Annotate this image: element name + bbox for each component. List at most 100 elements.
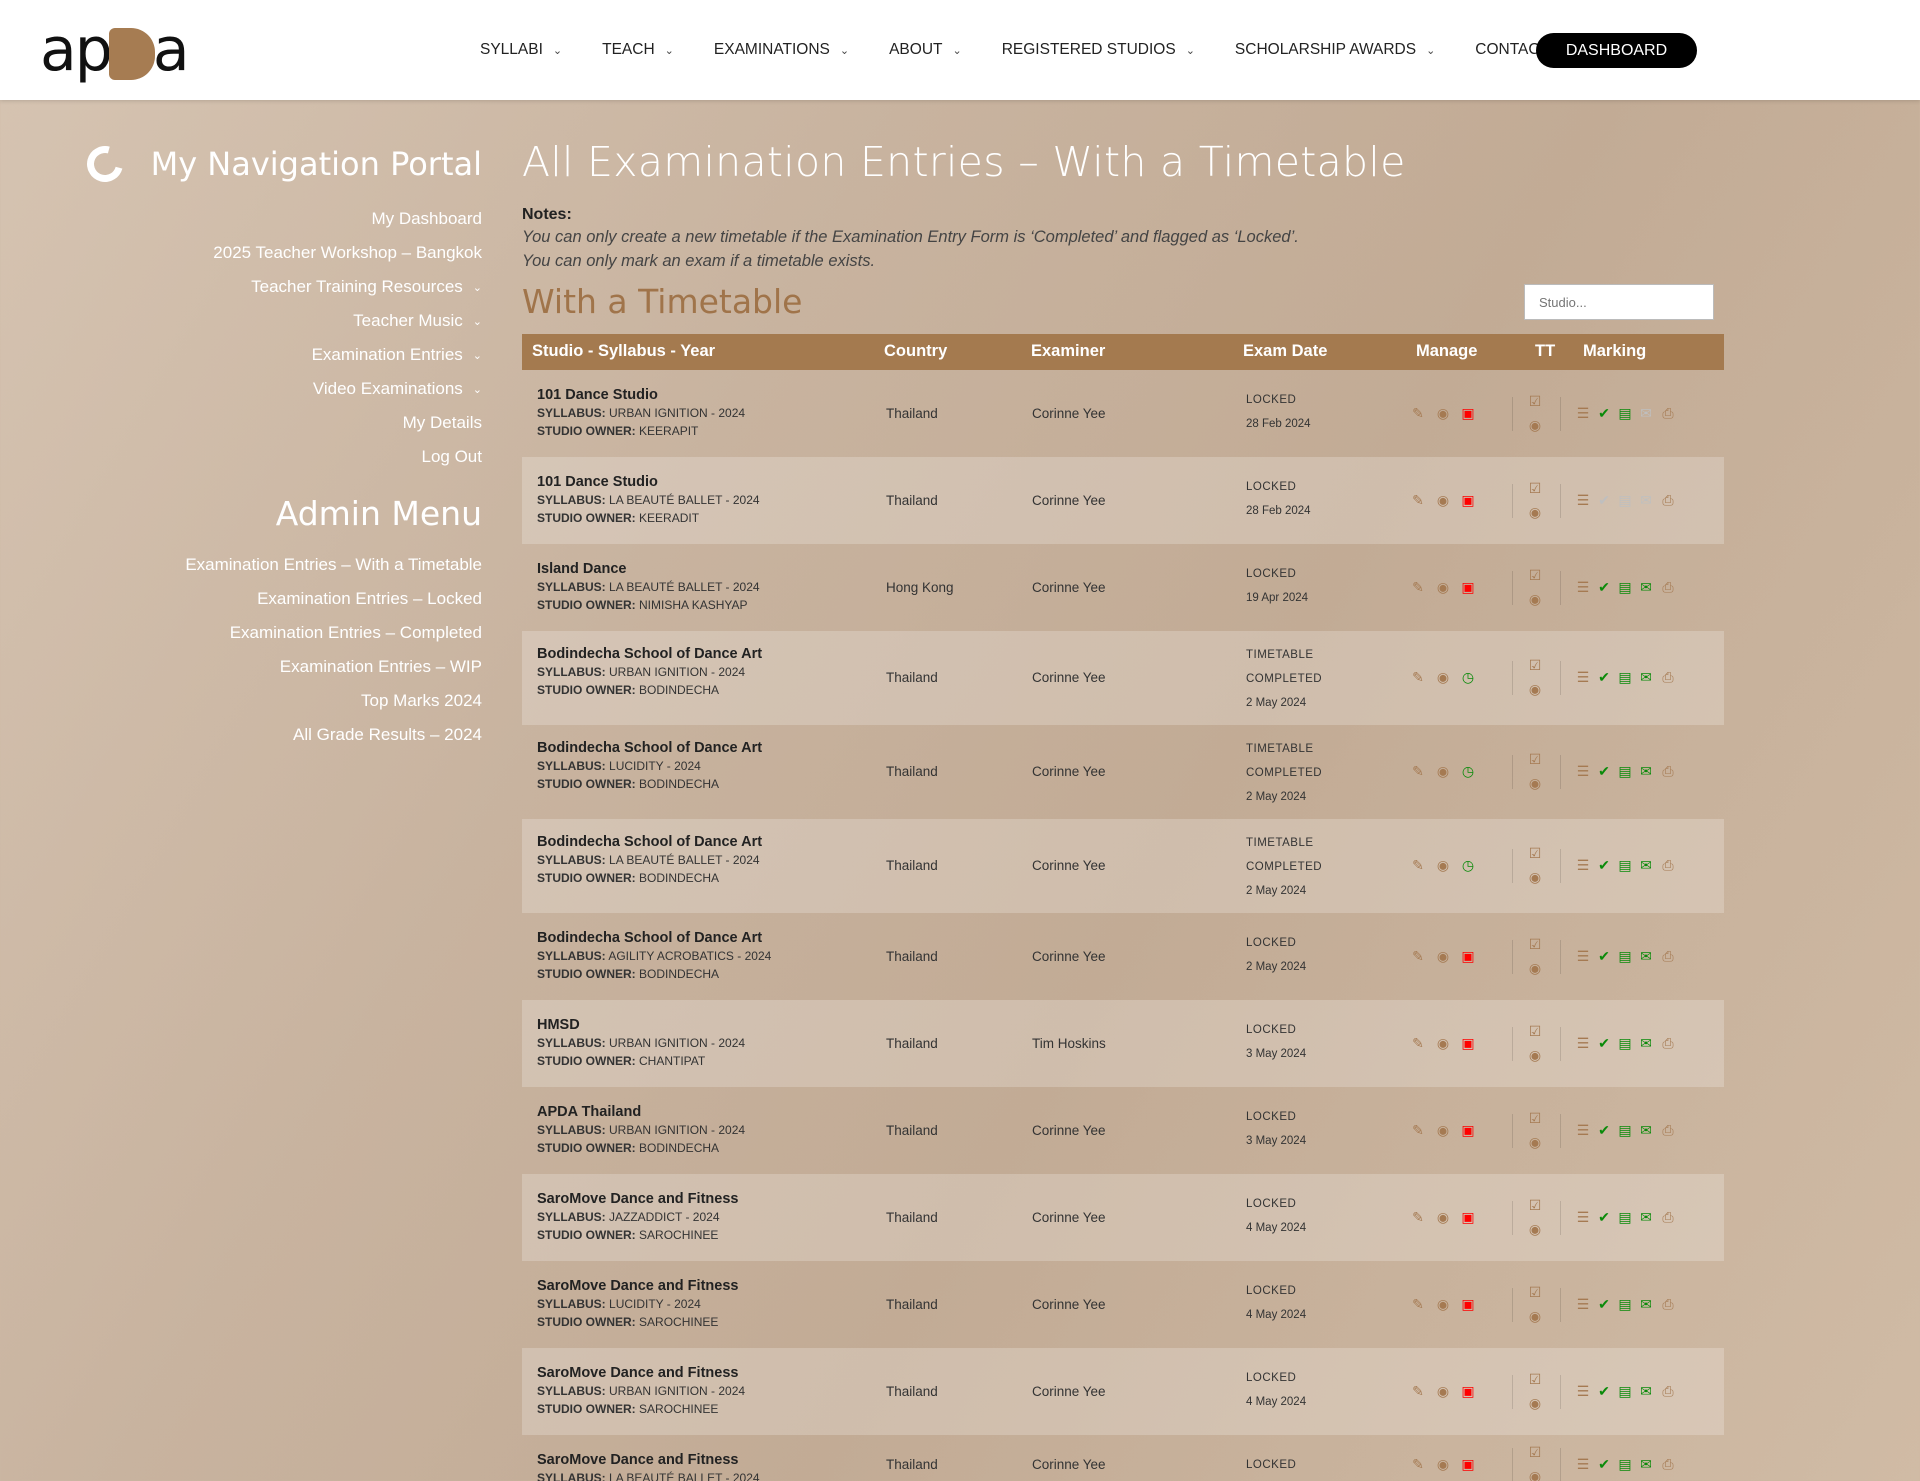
print-icon[interactable]: ⎙ — [1660, 1296, 1676, 1312]
check-circle-icon[interactable]: ✔ — [1596, 1035, 1612, 1051]
print-icon[interactable]: ⎙ — [1660, 857, 1676, 873]
calendar-check-icon[interactable]: ☑ — [1527, 936, 1543, 952]
eye-icon[interactable]: ◉ — [1527, 1047, 1543, 1063]
book-icon[interactable]: ▤ — [1617, 1122, 1633, 1138]
print-icon[interactable]: ⎙ — [1660, 579, 1676, 595]
envelope-icon[interactable]: ✉ — [1638, 1456, 1654, 1472]
check-circle-icon[interactable]: ✔ — [1596, 1456, 1612, 1472]
col-studio[interactable]: Studio - Syllabus - Year — [532, 342, 715, 361]
sidebar-item-2025-teacher-workshop-bangkok[interactable]: 2025 Teacher Workshop – Bangkok — [60, 236, 482, 270]
print-icon[interactable]: ⎙ — [1660, 1209, 1676, 1225]
studio-name[interactable]: HMSD — [537, 1017, 745, 1036]
print-icon[interactable]: ⎙ — [1660, 405, 1676, 421]
edit-icon[interactable]: ✎ — [1410, 492, 1426, 508]
edit-icon[interactable]: ✎ — [1410, 1456, 1426, 1472]
studio-name[interactable]: SaroMove Dance and Fitness — [537, 1365, 745, 1384]
eye-icon[interactable]: ◉ — [1435, 405, 1451, 421]
envelope-icon[interactable]: ✉ — [1638, 1383, 1654, 1399]
studio-name[interactable]: Bodindecha School of Dance Art — [537, 930, 771, 949]
studio-name[interactable]: SaroMove Dance and Fitness — [537, 1191, 738, 1210]
envelope-icon[interactable]: ✉ — [1638, 1296, 1654, 1312]
calendar-check-icon[interactable]: ☑ — [1527, 1023, 1543, 1039]
check-circle-icon[interactable]: ✔ — [1596, 1209, 1612, 1225]
list-icon[interactable]: ☰ — [1575, 1383, 1591, 1399]
print-icon[interactable]: ⎙ — [1660, 1035, 1676, 1051]
studio-name[interactable]: SaroMove Dance and Fitness — [537, 1278, 738, 1297]
eye-icon[interactable]: ◉ — [1527, 1134, 1543, 1150]
book-icon[interactable]: ▤ — [1617, 492, 1633, 508]
eye-icon[interactable]: ◉ — [1435, 763, 1451, 779]
edit-icon[interactable]: ✎ — [1410, 1383, 1426, 1399]
nav-item-examinations[interactable]: EXAMINATIONS ⌄ — [714, 41, 849, 59]
list-icon[interactable]: ☰ — [1575, 1209, 1591, 1225]
eye-icon[interactable]: ◉ — [1527, 681, 1543, 697]
check-circle-icon[interactable]: ✔ — [1596, 1383, 1612, 1399]
calendar-check-icon[interactable]: ☑ — [1527, 1371, 1543, 1387]
list-icon[interactable]: ☰ — [1575, 579, 1591, 595]
print-icon[interactable]: ⎙ — [1660, 1456, 1676, 1472]
book-icon[interactable]: ▤ — [1617, 948, 1633, 964]
calendar-check-icon[interactable]: ☑ — [1527, 1110, 1543, 1126]
print-icon[interactable]: ⎙ — [1660, 669, 1676, 685]
sidebar-item-my-details[interactable]: My Details — [60, 406, 482, 440]
list-icon[interactable]: ☰ — [1575, 1035, 1591, 1051]
list-icon[interactable]: ☰ — [1575, 669, 1591, 685]
lock-icon[interactable]: ▣ — [1460, 1456, 1476, 1472]
envelope-icon[interactable]: ✉ — [1638, 857, 1654, 873]
eye-icon[interactable]: ◉ — [1527, 1395, 1543, 1411]
sidebar-item-teacher-music[interactable]: Teacher Music ⌄ — [60, 304, 482, 338]
col-exam-date[interactable]: Exam Date — [1243, 342, 1327, 361]
book-icon[interactable]: ▤ — [1617, 857, 1633, 873]
calendar-check-icon[interactable]: ☑ — [1527, 393, 1543, 409]
calendar-check-icon[interactable]: ☑ — [1527, 1284, 1543, 1300]
lock-icon[interactable]: ▣ — [1460, 579, 1476, 595]
sidebar-item-video-examinations[interactable]: Video Examinations ⌄ — [60, 372, 482, 406]
list-icon[interactable]: ☰ — [1575, 405, 1591, 421]
envelope-icon[interactable]: ✉ — [1638, 1209, 1654, 1225]
book-icon[interactable]: ▤ — [1617, 669, 1633, 685]
lock-icon[interactable]: ▣ — [1460, 948, 1476, 964]
envelope-icon[interactable]: ✉ — [1638, 405, 1654, 421]
studio-name[interactable]: SaroMove Dance and Fitness — [537, 1452, 760, 1471]
studio-name[interactable]: APDA Thailand — [537, 1104, 745, 1123]
envelope-icon[interactable]: ✉ — [1638, 1035, 1654, 1051]
print-icon[interactable]: ⎙ — [1660, 1383, 1676, 1399]
edit-icon[interactable]: ✎ — [1410, 669, 1426, 685]
clock-icon[interactable]: ◷ — [1460, 857, 1476, 873]
edit-icon[interactable]: ✎ — [1410, 948, 1426, 964]
calendar-check-icon[interactable]: ☑ — [1527, 657, 1543, 673]
check-circle-icon[interactable]: ✔ — [1596, 948, 1612, 964]
list-icon[interactable]: ☰ — [1575, 1122, 1591, 1138]
edit-icon[interactable]: ✎ — [1410, 763, 1426, 779]
calendar-check-icon[interactable]: ☑ — [1527, 845, 1543, 861]
studio-name[interactable]: Island Dance — [537, 561, 760, 580]
edit-icon[interactable]: ✎ — [1410, 857, 1426, 873]
eye-icon[interactable]: ◉ — [1435, 1296, 1451, 1312]
clock-icon[interactable]: ◷ — [1460, 763, 1476, 779]
admin-link[interactable]: Examination Entries – WIP — [60, 650, 482, 684]
book-icon[interactable]: ▤ — [1617, 763, 1633, 779]
edit-icon[interactable]: ✎ — [1410, 579, 1426, 595]
book-icon[interactable]: ▤ — [1617, 1035, 1633, 1051]
eye-icon[interactable]: ◉ — [1435, 492, 1451, 508]
studio-name[interactable]: 101 Dance Studio — [537, 387, 745, 406]
eye-icon[interactable]: ◉ — [1435, 1209, 1451, 1225]
apda-logo[interactable]: ap a — [40, 20, 190, 80]
check-circle-icon[interactable]: ✔ — [1596, 763, 1612, 779]
eye-icon[interactable]: ◉ — [1527, 960, 1543, 976]
book-icon[interactable]: ▤ — [1617, 1209, 1633, 1225]
check-circle-icon[interactable]: ✔ — [1596, 669, 1612, 685]
calendar-check-icon[interactable]: ☑ — [1527, 751, 1543, 767]
print-icon[interactable]: ⎙ — [1660, 1122, 1676, 1138]
check-circle-icon[interactable]: ✔ — [1596, 857, 1612, 873]
eye-icon[interactable]: ◉ — [1527, 775, 1543, 791]
lock-icon[interactable]: ▣ — [1460, 1209, 1476, 1225]
envelope-icon[interactable]: ✉ — [1638, 1122, 1654, 1138]
col-examiner[interactable]: Examiner — [1031, 342, 1105, 361]
lock-icon[interactable]: ▣ — [1460, 1383, 1476, 1399]
list-icon[interactable]: ☰ — [1575, 857, 1591, 873]
dashboard-button[interactable]: DASHBOARD — [1536, 33, 1697, 68]
sidebar-item-log-out[interactable]: Log Out — [60, 440, 483, 474]
edit-icon[interactable]: ✎ — [1410, 1296, 1426, 1312]
eye-icon[interactable]: ◉ — [1435, 1122, 1451, 1138]
